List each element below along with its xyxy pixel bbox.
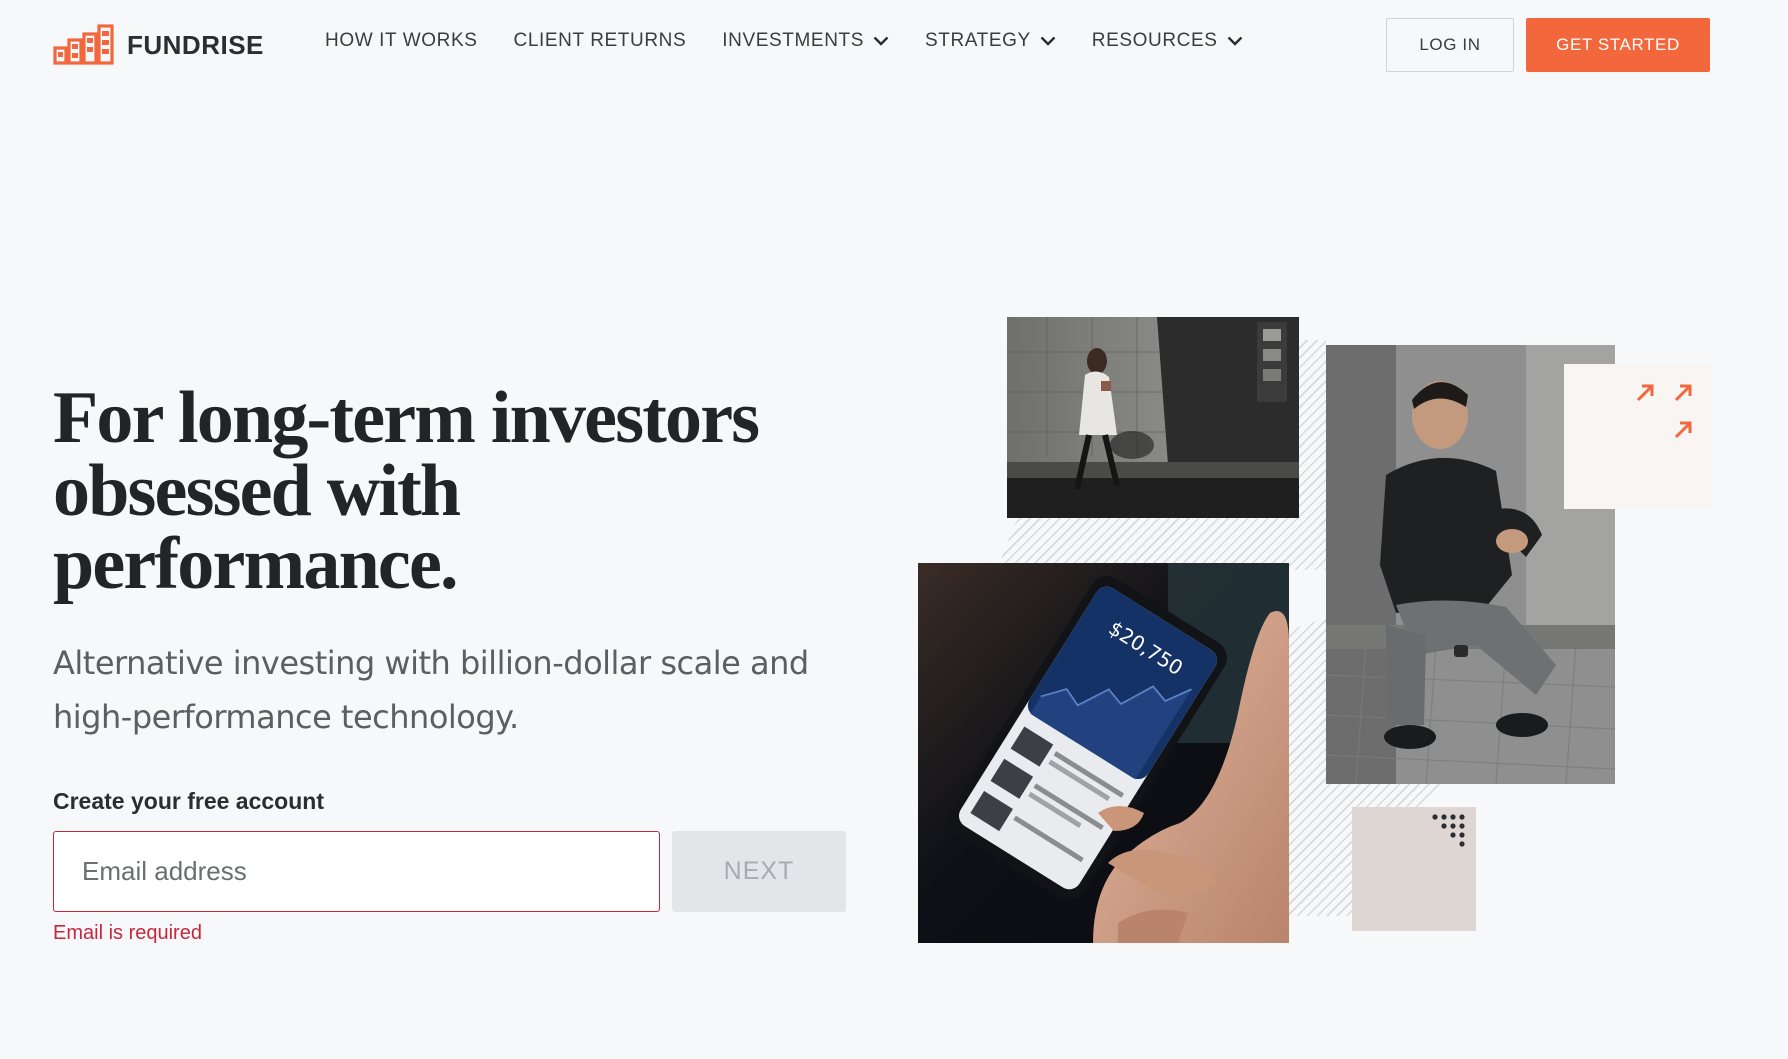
email-field[interactable]	[53, 831, 660, 912]
signup-label: Create your free account	[53, 788, 324, 814]
login-button[interactable]: LOG IN	[1386, 18, 1514, 72]
decorative-arrows-tile	[1564, 364, 1712, 509]
nav-how-it-works[interactable]: HOW IT WORKS	[325, 30, 478, 52]
building-bars-icon	[53, 24, 114, 65]
nav-item-label: INVESTMENTS	[722, 30, 864, 51]
arrow-up-right-icon	[1636, 384, 1692, 439]
brand-logo[interactable]: FUNDRISE	[53, 24, 264, 66]
chevron-down-icon	[873, 36, 889, 46]
dot-grid-icon	[1432, 814, 1465, 847]
email-error-message: Email is required	[53, 922, 202, 944]
get-started-button[interactable]: GET STARTED	[1526, 18, 1710, 72]
next-button[interactable]: NEXT	[672, 831, 846, 912]
hero-headline: For long-term investors obsessed with pe…	[53, 381, 853, 601]
nav-item-label: RESOURCES	[1091, 30, 1218, 51]
site-header: FUNDRISE HOW IT WORKS CLIENT RETURNS INV…	[0, 0, 1788, 90]
decorative-dots-tile	[1352, 807, 1476, 931]
nav-item-label: CLIENT RETURNS	[513, 30, 687, 51]
nav-resources[interactable]: RESOURCES	[1092, 30, 1243, 52]
brand-name: FUNDRISE	[127, 29, 264, 60]
nav-investments[interactable]: INVESTMENTS	[722, 30, 889, 52]
photo-woman-walking	[1007, 317, 1299, 518]
headline-line: performance.	[53, 523, 459, 605]
headline-line: obsessed with	[53, 450, 461, 532]
nav-strategy[interactable]: STRATEGY	[925, 30, 1056, 52]
main-nav: HOW IT WORKS CLIENT RETURNS INVESTMENTS …	[325, 30, 1279, 52]
headline-line: For long-term investors	[53, 377, 760, 459]
hero-subhead: Alternative investing with billion-dolla…	[53, 644, 809, 736]
page: FUNDRISE HOW IT WORKS CLIENT RETURNS INV…	[0, 0, 1788, 1059]
chevron-down-icon	[1040, 36, 1056, 46]
nav-item-label: HOW IT WORKS	[325, 30, 478, 51]
nav-item-label: STRATEGY	[925, 30, 1031, 51]
chevron-down-icon	[1227, 36, 1242, 46]
photo-phone-app: $20,750	[918, 563, 1289, 943]
nav-client-returns[interactable]: CLIENT RETURNS	[514, 30, 687, 52]
